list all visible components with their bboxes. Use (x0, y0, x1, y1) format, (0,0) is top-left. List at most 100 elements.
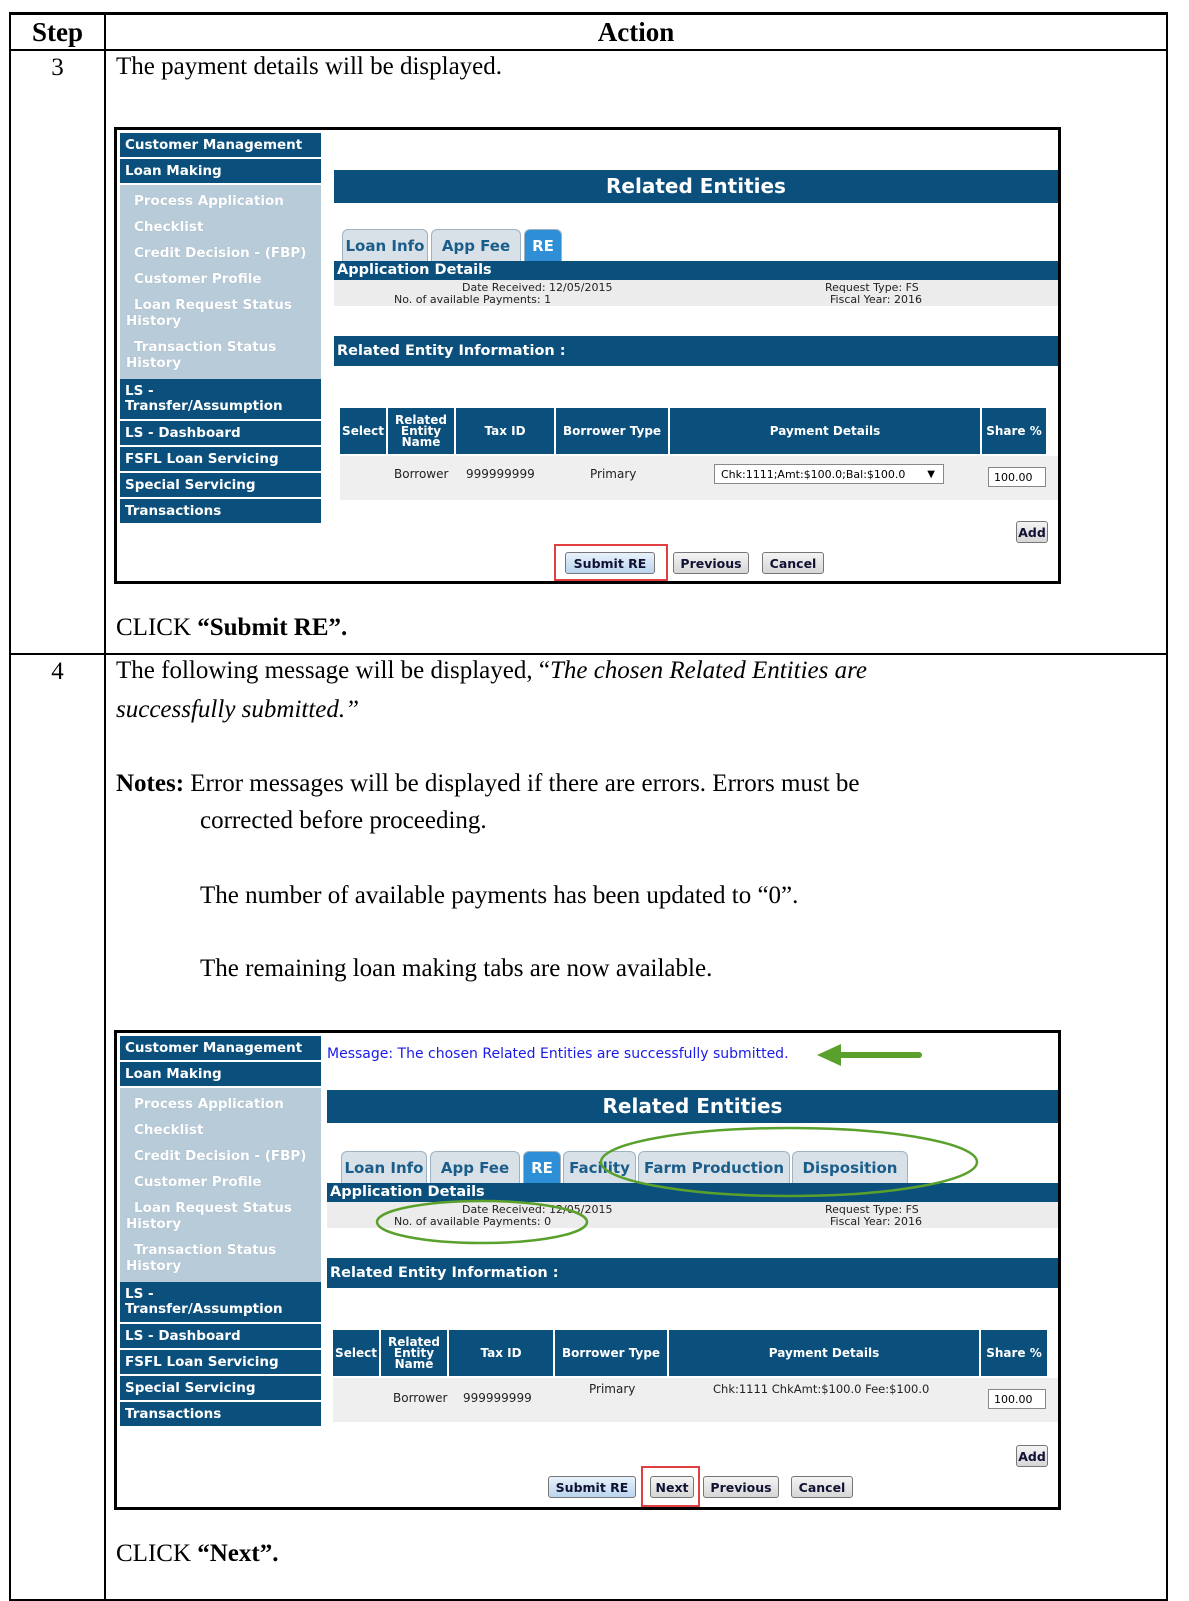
sidebar-item-process-application[interactable]: Process Application (126, 1091, 321, 1117)
tab-app-fee[interactable]: App Fee (431, 229, 521, 262)
tab-re[interactable]: RE (524, 229, 562, 262)
payments-circle-annotation (375, 1199, 589, 1245)
step-row-3: 3 The payment details will be displayed.… (9, 49, 1168, 655)
add-button[interactable]: Add (1016, 521, 1048, 543)
application-details-panel: Date Received: 12/05/2015 Request Type: … (334, 280, 1058, 306)
sidebar-item-transactions[interactable]: Transactions (120, 499, 321, 525)
sidebar-item-ls-transfer[interactable]: LS - Transfer/Assumption (120, 1282, 321, 1324)
cancel-button[interactable]: Cancel (762, 552, 824, 574)
highlight-submit-re (554, 544, 668, 581)
sidebar-item-transaction-status[interactable]: Transaction Status History (126, 334, 321, 376)
previous-button[interactable]: Previous (703, 1476, 779, 1498)
entity-name: Borrower (393, 1391, 448, 1405)
intro-italic-2: successfully submitted.” (116, 696, 360, 723)
submit-re-button[interactable]: Submit RE (548, 1476, 636, 1498)
sidebar-item-customer-profile[interactable]: Customer Profile (126, 266, 321, 292)
loan-request-status-line1: Loan Request Status (134, 297, 292, 313)
sidebar-item-ls-dashboard[interactable]: LS - Dashboard (120, 421, 321, 447)
related-entity-table: Select Related Entity Name Tax ID Borrower… (333, 1330, 1058, 1424)
step-number: 4 (9, 653, 106, 1601)
sidebar-item-process-application[interactable]: Process Application (126, 188, 321, 214)
tabs-circle-annotation (599, 1126, 979, 1198)
share-input[interactable]: 100.00 (988, 1389, 1046, 1409)
table-row: Borrower 999999999 Primary Chk:1111 ChkA… (333, 1378, 1058, 1422)
notes-line-3: The number of available payments has bee… (200, 882, 799, 909)
related-entity-info-header: Related Entity Information : (334, 336, 1058, 366)
col-rel-3: Name (394, 1356, 434, 1371)
col-related-entity-name: Related Entity Name (388, 408, 454, 454)
sidebar-item-customer-profile[interactable]: Customer Profile (126, 1169, 321, 1195)
screenshot-before-submit: Customer Management Loan Making Process … (114, 127, 1061, 584)
sidebar-item-loan-making[interactable]: Loan Making (120, 159, 321, 185)
payment-details-select[interactable]: Chk:1111;Amt:$100.0;Bal:$100.0 ▼ (714, 464, 944, 484)
payment-details-text: Chk:1111 ChkAmt:$100.0 Fee:$100.0 (713, 1382, 930, 1396)
sidebar-item-transaction-status[interactable]: Transaction Status History (126, 1237, 321, 1279)
sidebar-menu: Customer Management Loan Making Process … (120, 1036, 321, 1428)
sidebar-item-credit-decision[interactable]: Credit Decision - (FBP) (126, 1143, 321, 1169)
tax-id-value: 999999999 (466, 467, 535, 481)
sidebar-item-checklist[interactable]: Checklist (126, 1117, 321, 1143)
col-rel-lines: Related Entity Name (395, 414, 447, 449)
col-payment-details: Payment Details (669, 1330, 979, 1376)
col-rel-3: Name (401, 434, 441, 449)
tax-id-value: 999999999 (463, 1391, 532, 1405)
previous-button[interactable]: Previous (673, 552, 749, 574)
intro-prefix: The following message will be displayed,… (116, 657, 550, 684)
step-action: The payment details will be displayed. C… (104, 49, 1168, 655)
col-select: Select (333, 1330, 379, 1376)
ls-transfer-line1: LS - (125, 383, 154, 399)
col-related-entity-name: Related Entity Name (381, 1330, 447, 1376)
col-payment-details: Payment Details (670, 408, 980, 454)
col-borrower-type: Borrower Type (556, 408, 668, 454)
sidebar-item-ls-dashboard[interactable]: LS - Dashboard (120, 1324, 321, 1350)
sidebar-item-special-servicing[interactable]: Special Servicing (120, 473, 321, 499)
sidebar-item-loan-request-status[interactable]: Loan Request Status History (126, 1195, 321, 1237)
transaction-status-line1: Transaction Status (134, 339, 277, 355)
sidebar-submenu: Process Application Checklist Credit Dec… (120, 185, 321, 379)
sidebar-item-ls-transfer[interactable]: LS - Transfer/Assumption (120, 379, 321, 421)
sidebar-item-loan-request-status[interactable]: Loan Request Status History (126, 292, 321, 334)
sidebar-item-special-servicing[interactable]: Special Servicing (120, 1376, 321, 1402)
click-prefix: CLICK (116, 614, 198, 641)
loan-request-status-line2: History (126, 1216, 182, 1232)
main-panel: Message: The chosen Related Entities are… (327, 1033, 1058, 1507)
transaction-status-line1: Transaction Status (134, 1242, 277, 1258)
step-header: Step (9, 12, 106, 51)
table-header-row: Step Action (9, 12, 1168, 51)
sidebar-item-transactions[interactable]: Transactions (120, 1402, 321, 1428)
sidebar-item-customer-management[interactable]: Customer Management (120, 1036, 321, 1062)
notes-label: Notes: (116, 770, 185, 797)
transaction-status-line2: History (126, 1258, 182, 1274)
notes-1a: Error messages will be displayed if ther… (184, 770, 860, 797)
click-target: “Submit RE”. (197, 614, 348, 641)
sidebar-item-credit-decision[interactable]: Credit Decision - (FBP) (126, 240, 321, 266)
entity-name: Borrower (394, 467, 449, 481)
sidebar-item-fsfl-loan-servicing[interactable]: FSFL Loan Servicing (120, 447, 321, 473)
add-button[interactable]: Add (1016, 1445, 1048, 1467)
step-number: 3 (9, 49, 106, 655)
sidebar-item-loan-making[interactable]: Loan Making (120, 1062, 321, 1088)
ls-transfer-line2: Transfer/Assumption (125, 398, 283, 414)
annotation-circles (375, 1126, 979, 1245)
col-select: Select (340, 408, 386, 454)
step-instruction: CLICK “Next”. (116, 1537, 278, 1571)
available-payments: No. of available Payments: 1 (394, 293, 552, 306)
related-entity-table: Select Related Entity Name Tax ID Borrower… (340, 408, 1058, 502)
chevron-down-icon: ▼ (927, 469, 935, 480)
cancel-button[interactable]: Cancel (791, 1476, 853, 1498)
sidebar-item-checklist[interactable]: Checklist (126, 214, 321, 240)
col-tax-id: Tax ID (449, 1330, 553, 1376)
sidebar-item-customer-management[interactable]: Customer Management (120, 133, 321, 159)
tab-loan-info[interactable]: Loan Info (342, 229, 428, 262)
application-details-header: Application Details (334, 261, 1058, 280)
ls-transfer-line1: LS - (125, 1286, 154, 1302)
transaction-status-line2: History (126, 355, 182, 371)
share-input[interactable]: 100.00 (988, 467, 1046, 487)
ls-transfer-line2: Transfer/Assumption (125, 1301, 283, 1317)
sidebar-item-fsfl-loan-servicing[interactable]: FSFL Loan Servicing (120, 1350, 321, 1376)
notes-line-1: Notes: Error messages will be displayed … (116, 767, 860, 801)
table-row: Borrower 999999999 Primary Chk:1111;Amt:… (340, 456, 1058, 500)
notes-line-2: corrected before proceeding. (200, 807, 487, 834)
step-intro: The payment details will be displayed. (116, 53, 503, 80)
step-instruction: CLICK “Submit RE”. (116, 611, 347, 645)
